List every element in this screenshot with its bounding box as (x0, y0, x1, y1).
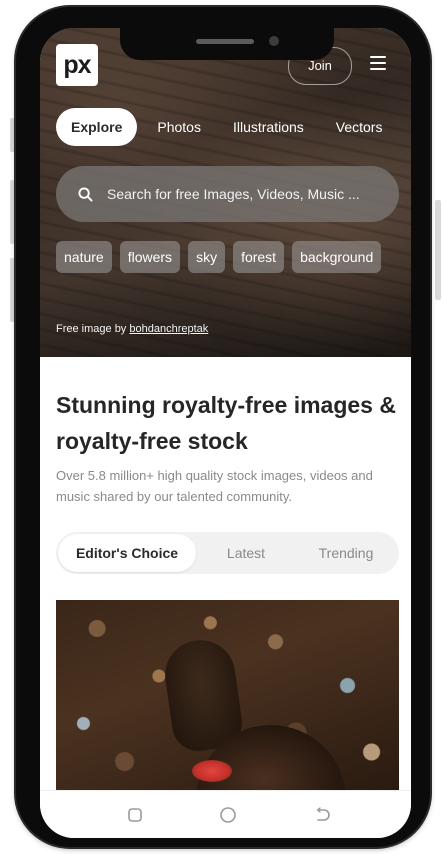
credit-prefix: Free image by (56, 323, 130, 335)
recent-apps-icon[interactable] (125, 805, 145, 825)
bird-red-wattle (192, 760, 232, 782)
segment-latest[interactable]: Latest (196, 545, 296, 561)
phone-screen: px Join Explore Photos Illustrations Vec… (40, 28, 411, 838)
segment-editors-choice[interactable]: Editor's Choice (58, 534, 196, 572)
media-type-tabs: Explore Photos Illustrations Vectors (56, 108, 411, 146)
chip-forest[interactable]: forest (233, 241, 285, 273)
chip-sky[interactable]: sky (188, 241, 226, 273)
tab-illustrations[interactable]: Illustrations (233, 119, 304, 135)
search-input[interactable]: Search for free Images, Videos, Music ..… (56, 166, 399, 222)
tag-chips: nature flowers sky forest background (56, 241, 389, 273)
home-icon[interactable] (218, 805, 238, 825)
credit-author-link[interactable]: bohdanchreptak (129, 323, 208, 335)
chip-flowers[interactable]: flowers (119, 241, 181, 273)
hamburger-menu-icon[interactable] (370, 56, 386, 70)
android-nav-bar (40, 790, 411, 838)
search-icon (78, 186, 93, 202)
pixabay-logo[interactable]: px (56, 44, 98, 86)
segment-trending[interactable]: Trending (296, 545, 396, 561)
image-credit: Free image by bohdanchreptak (56, 323, 208, 335)
search-placeholder: Search for free Images, Videos, Music ..… (107, 186, 360, 202)
speaker-grille (196, 39, 254, 44)
phone-power-button (435, 200, 441, 300)
hero-banner: px Join Explore Photos Illustrations Vec… (40, 28, 411, 357)
feed-filter-segment: Editor's Choice Latest Trending (56, 532, 399, 574)
featured-image[interactable] (56, 600, 399, 790)
chip-background[interactable]: background (292, 241, 382, 273)
page-headline: Stunning royalty-free images & royalty-f… (56, 392, 396, 454)
page-subtext: Over 5.8 million+ high quality stock ima… (56, 468, 373, 504)
back-icon[interactable] (312, 805, 332, 825)
tab-photos[interactable]: Photos (157, 119, 201, 135)
phone-notch (120, 28, 334, 60)
tab-vectors[interactable]: Vectors (336, 119, 383, 135)
chip-nature[interactable]: nature (56, 241, 112, 273)
tab-explore[interactable]: Explore (56, 108, 138, 146)
front-camera (269, 36, 279, 46)
